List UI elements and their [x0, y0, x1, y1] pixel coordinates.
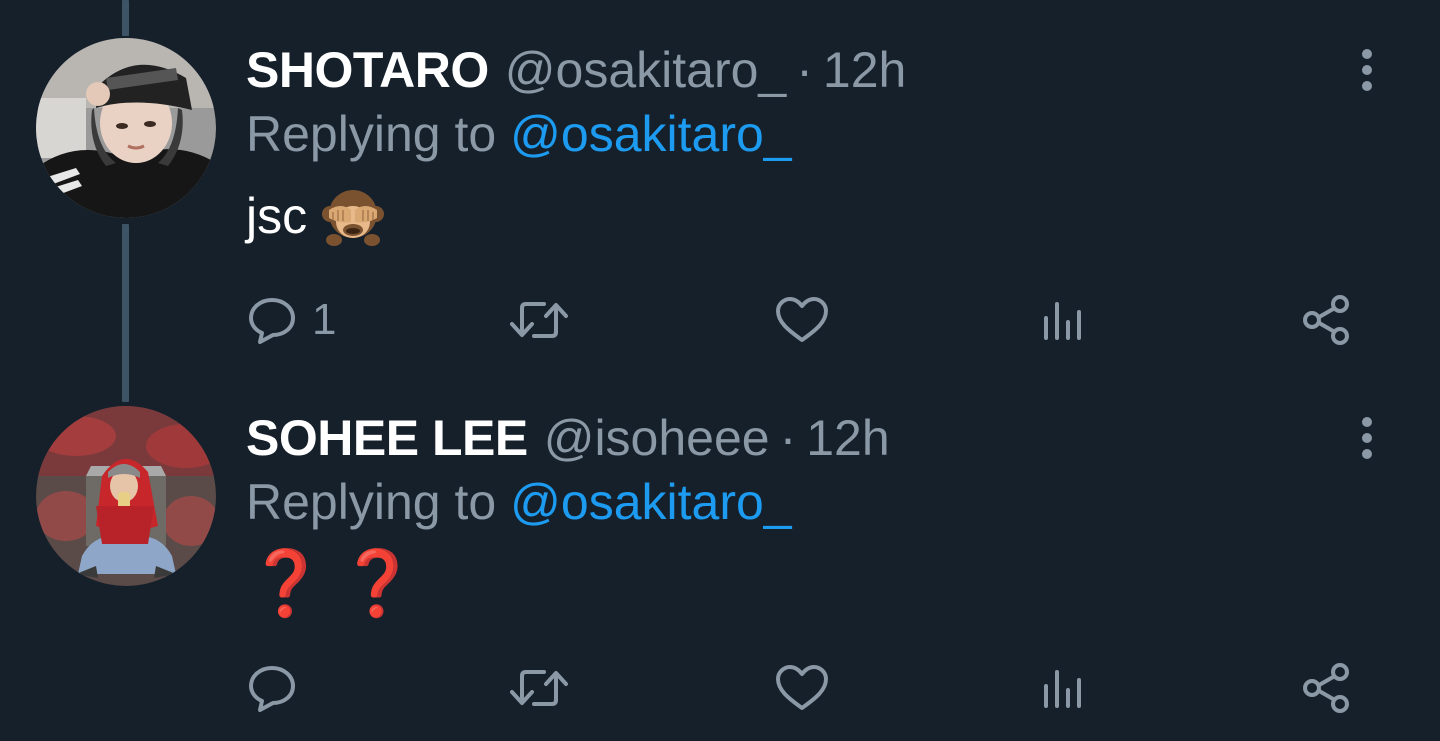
analytics-button[interactable]: [1038, 290, 1090, 350]
thread-line: [122, 0, 129, 36]
timestamp[interactable]: 12h: [823, 40, 906, 100]
separator-dot: ·: [779, 410, 797, 466]
analytics-icon: [1044, 302, 1081, 340]
display-name[interactable]: SOHEE LEE: [246, 408, 528, 468]
tweet-body: jsc: [246, 188, 308, 244]
replying-to: Replying to @osakitaro_: [246, 472, 792, 532]
reply-icon: [249, 298, 295, 344]
avatar[interactable]: [36, 38, 216, 218]
tweet-header: SHOTARO @osakitaro_ · 12h: [246, 40, 906, 100]
more-vertical-icon[interactable]: [1350, 414, 1384, 462]
share-button[interactable]: [1300, 290, 1354, 350]
replying-to-label: Replying to: [246, 474, 497, 530]
user-handle[interactable]: @isoheee: [544, 408, 770, 468]
like-button[interactable]: [774, 658, 830, 718]
retweet-button[interactable]: [508, 290, 570, 350]
tweet-body: ❓❓: [246, 547, 430, 621]
timestamp[interactable]: 12h: [806, 408, 889, 468]
replying-to-label: Replying to: [246, 106, 497, 162]
reply-button[interactable]: 1: [246, 290, 336, 350]
separator-dot: ·: [796, 42, 813, 98]
share-button[interactable]: [1300, 658, 1354, 718]
analytics-icon: [1044, 670, 1081, 708]
reply-count: 1: [312, 295, 337, 344]
reply-to-handle-link[interactable]: @osakitaro_: [510, 106, 791, 162]
reply-to-handle-link[interactable]: @osakitaro_: [510, 474, 791, 530]
heart-icon: [776, 665, 828, 710]
retweet-icon: [510, 670, 568, 706]
avatar[interactable]: [36, 406, 216, 586]
replying-to: Replying to @osakitaro_: [246, 104, 792, 164]
reply-button[interactable]: [246, 658, 312, 718]
tweet-text: ❓❓: [246, 552, 429, 616]
avatar-photo: [36, 406, 216, 586]
tweet-actions: 1: [246, 290, 1366, 350]
share-icon: [1303, 295, 1349, 345]
analytics-button[interactable]: [1038, 658, 1090, 718]
reply-icon: [249, 666, 295, 712]
display-name[interactable]: SHOTARO: [246, 40, 489, 100]
tweet-text: jsc: [246, 184, 385, 248]
tweet-actions: [246, 658, 1366, 718]
user-handle[interactable]: @osakitaro_: [505, 40, 786, 100]
avatar-photo: [36, 38, 216, 218]
see-no-evil-monkey-icon: [322, 190, 385, 246]
retweet-icon: [510, 302, 568, 338]
tweet[interactable]: SHOTARO @osakitaro_ · 12h Replying to @os…: [0, 0, 1440, 402]
tweet-header: SOHEE LEE @isoheee · 12h: [246, 408, 890, 468]
share-icon: [1303, 663, 1349, 713]
retweet-button[interactable]: [508, 658, 570, 718]
heart-icon: [776, 297, 828, 342]
more-vertical-icon[interactable]: [1350, 46, 1384, 94]
like-button[interactable]: [774, 290, 830, 350]
tweet[interactable]: SOHEE LEE @isoheee · 12h Replying to @osa…: [0, 372, 1440, 741]
timeline: SHOTARO @osakitaro_ · 12h Replying to @os…: [0, 0, 1440, 741]
